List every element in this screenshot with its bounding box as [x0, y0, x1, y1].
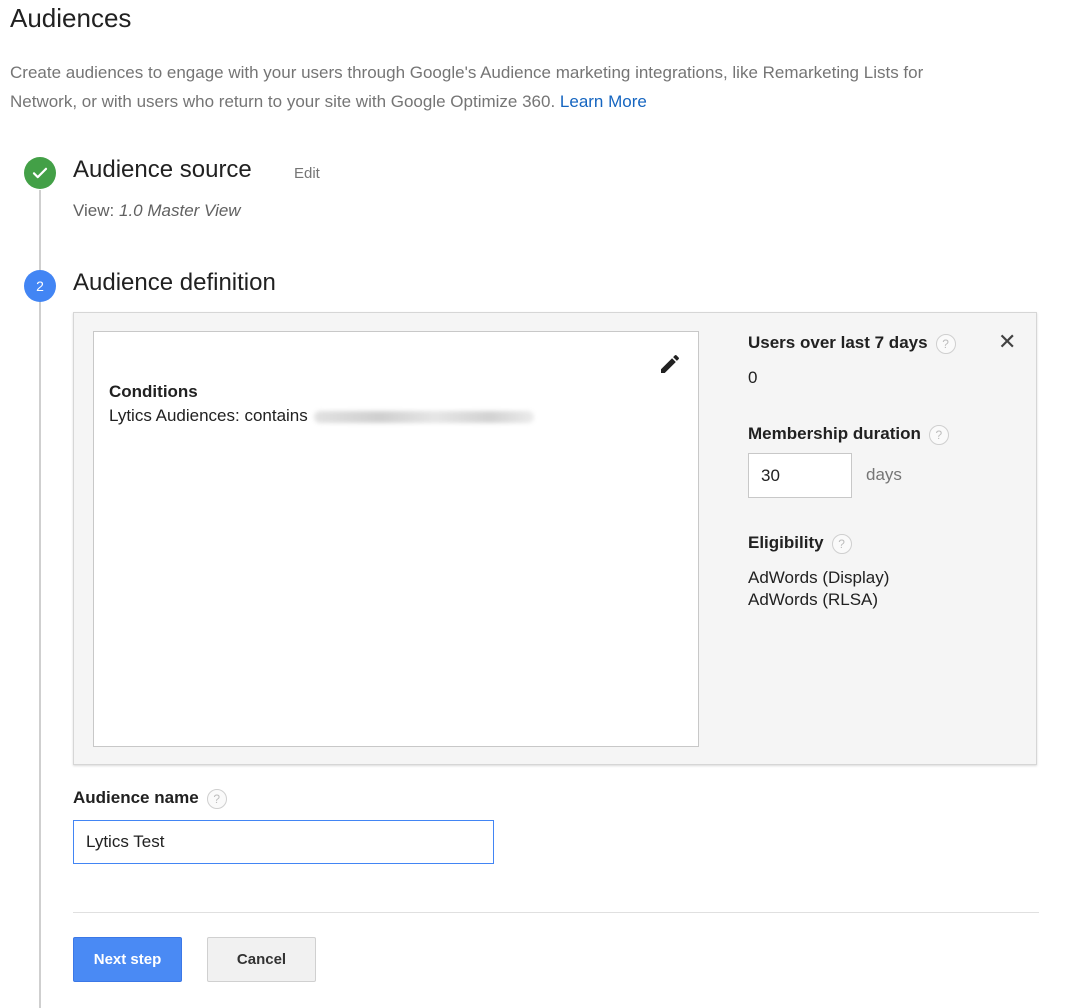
edit-source-link[interactable]: Edit	[294, 165, 320, 182]
users-count: 0	[748, 368, 758, 387]
condition-rule: Lytics Audiences: contains	[109, 406, 308, 425]
help-icon[interactable]: ?	[935, 333, 956, 354]
redacted-value	[313, 410, 534, 423]
view-prefix: View:	[73, 201, 115, 220]
audience-name-label: Audience name?	[73, 788, 227, 809]
check-icon	[32, 167, 48, 179]
help-icon[interactable]: ?	[928, 424, 949, 445]
intro-text: Create audiences to engage with your use…	[10, 58, 1070, 116]
intro-line-2-text: Network, or with users who return to you…	[10, 92, 556, 111]
eligibility-list: AdWords (Display) AdWords (RLSA)	[748, 567, 889, 611]
intro-line-1: Create audiences to engage with your use…	[10, 63, 924, 82]
close-icon[interactable]: ✕	[998, 329, 1016, 355]
membership-duration-input[interactable]	[748, 453, 852, 498]
membership-label-text: Membership duration	[748, 424, 921, 443]
eligibility-item-rlsa: AdWords (RLSA)	[748, 590, 879, 609]
eligibility-label: Eligibility?	[748, 533, 852, 554]
conditions-title: Conditions	[109, 382, 198, 401]
view-line: View: 1.0 Master View	[73, 201, 241, 221]
audience-name-label-text: Audience name	[73, 788, 199, 807]
intro-line-2: Network, or with users who return to you…	[10, 87, 1070, 116]
eligibility-item-display: AdWords (Display)	[748, 568, 890, 587]
page-title: Audiences	[10, 3, 132, 33]
audience-definition-panel: Conditions Lytics Audiences: contains Us…	[73, 312, 1037, 765]
step-number-badge: 2	[24, 270, 56, 302]
cancel-button[interactable]: Cancel	[207, 937, 316, 982]
users-label-text: Users over last 7 days	[748, 333, 928, 352]
step-complete-badge	[24, 157, 56, 189]
help-icon[interactable]: ?	[831, 533, 852, 554]
conditions-text: Lytics Audiences: contains	[109, 406, 534, 426]
audience-name-input[interactable]	[73, 820, 494, 864]
audience-source-title: Audience source	[73, 156, 252, 183]
days-label: days	[866, 465, 902, 484]
membership-duration-label: Membership duration?	[748, 424, 949, 445]
help-icon[interactable]: ?	[206, 788, 227, 809]
audience-definition-title: Audience definition	[73, 269, 276, 296]
view-name: 1.0 Master View	[119, 201, 241, 220]
conditions-box[interactable]: Conditions Lytics Audiences: contains	[93, 331, 699, 747]
step-rail	[39, 190, 41, 1008]
learn-more-link[interactable]: Learn More	[560, 92, 647, 111]
pencil-icon[interactable]	[658, 352, 682, 376]
next-step-button[interactable]: Next step	[73, 937, 182, 982]
eligibility-label-text: Eligibility	[748, 533, 824, 552]
users-over-7-days-label: Users over last 7 days?	[748, 333, 956, 354]
divider	[73, 912, 1039, 913]
